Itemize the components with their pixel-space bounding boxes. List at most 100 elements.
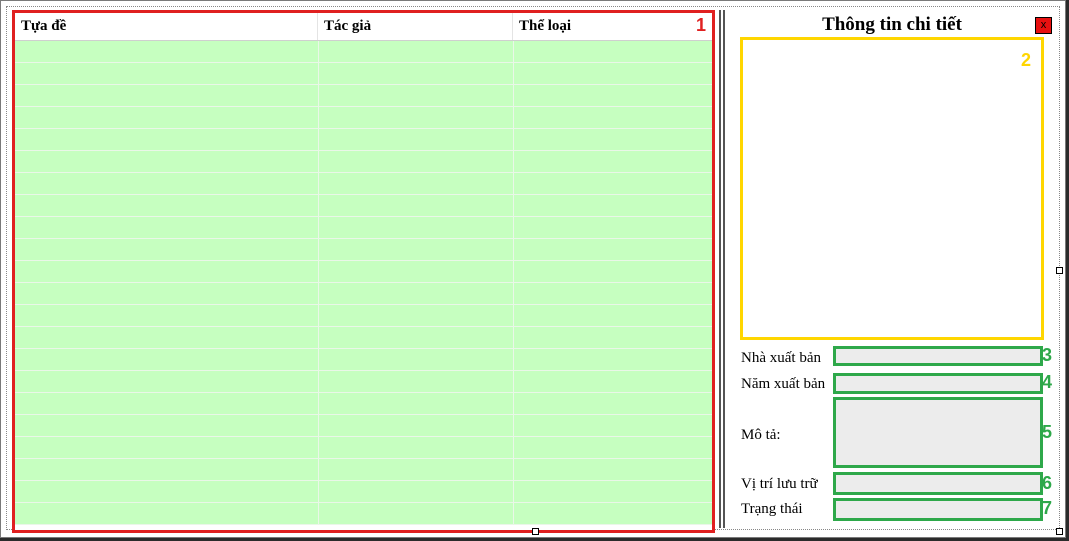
table-cell[interactable] xyxy=(318,283,514,304)
table-row[interactable] xyxy=(15,107,712,129)
table-cell[interactable] xyxy=(513,459,712,480)
table-row[interactable] xyxy=(15,349,712,371)
table-cell[interactable] xyxy=(15,85,319,106)
table-cell[interactable] xyxy=(513,129,712,150)
table-row[interactable] xyxy=(15,217,712,239)
table-cell[interactable] xyxy=(15,481,319,502)
table-cell[interactable] xyxy=(318,371,514,392)
table-row[interactable] xyxy=(15,437,712,459)
table-cell[interactable] xyxy=(15,393,319,414)
table-cell[interactable] xyxy=(15,503,319,524)
table-cell[interactable] xyxy=(318,85,514,106)
table-cell[interactable] xyxy=(513,481,712,502)
table-cell[interactable] xyxy=(318,327,514,348)
table-cell[interactable] xyxy=(513,371,712,392)
table-row[interactable] xyxy=(15,261,712,283)
table-cell[interactable] xyxy=(318,173,514,194)
table-row[interactable] xyxy=(15,129,712,151)
table-cell[interactable] xyxy=(15,283,319,304)
table-cell[interactable] xyxy=(15,261,319,282)
table-cell[interactable] xyxy=(318,393,514,414)
status-field[interactable] xyxy=(833,498,1043,521)
table-cell[interactable] xyxy=(318,261,514,282)
splitter-line[interactable] xyxy=(719,10,721,528)
table-row[interactable] xyxy=(15,41,712,63)
table-cell[interactable] xyxy=(513,393,712,414)
table-cell[interactable] xyxy=(15,195,319,216)
table-row[interactable] xyxy=(15,371,712,393)
table-cell[interactable] xyxy=(513,85,712,106)
table-cell[interactable] xyxy=(513,349,712,370)
publisher-field[interactable] xyxy=(833,346,1043,366)
table-row[interactable] xyxy=(15,503,712,525)
table-cell[interactable] xyxy=(513,195,712,216)
table-cell[interactable] xyxy=(513,415,712,436)
table-cell[interactable] xyxy=(15,107,319,128)
table-row[interactable] xyxy=(15,195,712,217)
table-cell[interactable] xyxy=(318,459,514,480)
table-row[interactable] xyxy=(15,63,712,85)
table-cell[interactable] xyxy=(318,217,514,238)
table-cell[interactable] xyxy=(513,173,712,194)
table-row[interactable] xyxy=(15,305,712,327)
resize-handle[interactable] xyxy=(1056,267,1063,274)
table-cell[interactable] xyxy=(513,437,712,458)
table-cell[interactable] xyxy=(318,437,514,458)
resize-handle[interactable] xyxy=(1056,528,1063,535)
table-row[interactable] xyxy=(15,173,712,195)
table-cell[interactable] xyxy=(318,415,514,436)
table-cell[interactable] xyxy=(15,415,319,436)
table-cell[interactable] xyxy=(318,63,514,84)
table-cell[interactable] xyxy=(15,459,319,480)
table-cell[interactable] xyxy=(513,107,712,128)
table-cell[interactable] xyxy=(513,239,712,260)
storage-location-field[interactable] xyxy=(833,472,1043,495)
resize-handle[interactable] xyxy=(532,528,539,535)
table-row[interactable] xyxy=(15,283,712,305)
table-cell[interactable] xyxy=(513,305,712,326)
table-cell[interactable] xyxy=(15,217,319,238)
table-cell[interactable] xyxy=(513,41,712,62)
table-row[interactable] xyxy=(15,327,712,349)
table-cell[interactable] xyxy=(513,261,712,282)
table-cell[interactable] xyxy=(318,239,514,260)
table-cell[interactable] xyxy=(318,41,514,62)
table-cell[interactable] xyxy=(513,503,712,524)
table-cell[interactable] xyxy=(318,151,514,172)
table-cell[interactable] xyxy=(15,327,319,348)
table-row[interactable] xyxy=(15,85,712,107)
table-cell[interactable] xyxy=(318,503,514,524)
table-cell[interactable] xyxy=(15,239,319,260)
column-header-genre[interactable]: Thể loại xyxy=(513,13,712,40)
table-cell[interactable] xyxy=(318,349,514,370)
table-cell[interactable] xyxy=(15,129,319,150)
column-header-title[interactable]: Tựa đề xyxy=(15,13,318,40)
table-row[interactable] xyxy=(15,459,712,481)
publish-year-field[interactable] xyxy=(833,373,1043,394)
table-cell[interactable] xyxy=(318,195,514,216)
table-cell[interactable] xyxy=(15,63,319,84)
column-header-author[interactable]: Tác giả xyxy=(318,13,513,40)
table-row[interactable] xyxy=(15,393,712,415)
splitter-line[interactable] xyxy=(723,10,725,528)
table-cell[interactable] xyxy=(513,63,712,84)
table-row[interactable] xyxy=(15,151,712,173)
table-cell[interactable] xyxy=(318,481,514,502)
table-cell[interactable] xyxy=(15,173,319,194)
table-cell[interactable] xyxy=(513,217,712,238)
table-cell[interactable] xyxy=(15,349,319,370)
table-cell[interactable] xyxy=(15,437,319,458)
table-cell[interactable] xyxy=(15,305,319,326)
table-cell[interactable] xyxy=(15,371,319,392)
table-cell[interactable] xyxy=(318,107,514,128)
table-row[interactable] xyxy=(15,239,712,261)
table-cell[interactable] xyxy=(513,327,712,348)
table-row[interactable] xyxy=(15,415,712,437)
description-field[interactable] xyxy=(833,397,1043,468)
table-cell[interactable] xyxy=(318,305,514,326)
table-cell[interactable] xyxy=(318,129,514,150)
table-cell[interactable] xyxy=(513,283,712,304)
close-button[interactable]: x xyxy=(1035,17,1052,34)
table-row[interactable] xyxy=(15,481,712,503)
book-list-grid[interactable]: Tựa đề Tác giả Thể loại 1 xyxy=(12,10,715,533)
